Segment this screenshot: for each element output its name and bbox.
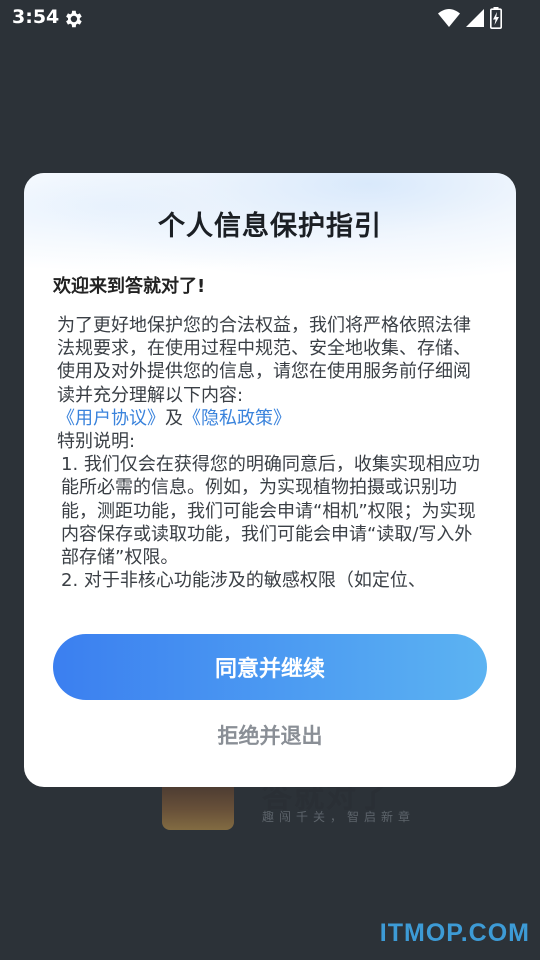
gear-icon <box>62 8 84 30</box>
wifi-icon <box>438 9 460 31</box>
privacy-policy-link[interactable]: 《隐私政策》 <box>183 408 291 429</box>
policy-scroll-content[interactable]: 为了更好地保护您的合法权益，我们将严格依照法律法规要求，在使用过程中规范、安全地… <box>57 314 487 602</box>
battery-charging-icon <box>490 7 502 33</box>
user-agreement-link[interactable]: 《用户协议》 <box>57 408 165 429</box>
special-note-label: 特别说明: <box>57 431 136 453</box>
policy-links-line: 《用户协议》及《隐私政策》 <box>57 407 487 430</box>
refuse-exit-button[interactable]: 拒绝并退出 <box>24 717 516 753</box>
intro-text: 为了更好地保护您的合法权益，我们将严格依照法律法规要求，在使用过程中规范、安全地… <box>57 315 471 406</box>
agree-continue-button[interactable]: 同意并继续 <box>53 634 487 700</box>
app-slogan: 趣闯千关，智启新章 <box>262 810 416 824</box>
welcome-text: 欢迎来到答就对了! <box>53 276 206 297</box>
cell-signal-icon <box>466 9 484 31</box>
list-item: 1. 我们仅会在获得您的明确同意后，收集实现相应功能所必需的信息。例如，为实现植… <box>61 454 480 569</box>
app-logo <box>162 780 234 830</box>
status-time: 3:54 <box>12 6 60 28</box>
conjunction-text: 及 <box>165 407 183 429</box>
dialog-title: 个人信息保护指引 <box>158 211 382 242</box>
list-item: 2. 对于非核心功能涉及的敏感权限（如定位、 <box>61 570 426 592</box>
privacy-dialog: 个人信息保护指引 欢迎来到答就对了! 为了更好地保护您的合法权益，我们将严格依照… <box>24 173 516 787</box>
watermark: ITMOP.COM <box>379 919 530 947</box>
status-bar: 3:54 <box>0 0 540 36</box>
